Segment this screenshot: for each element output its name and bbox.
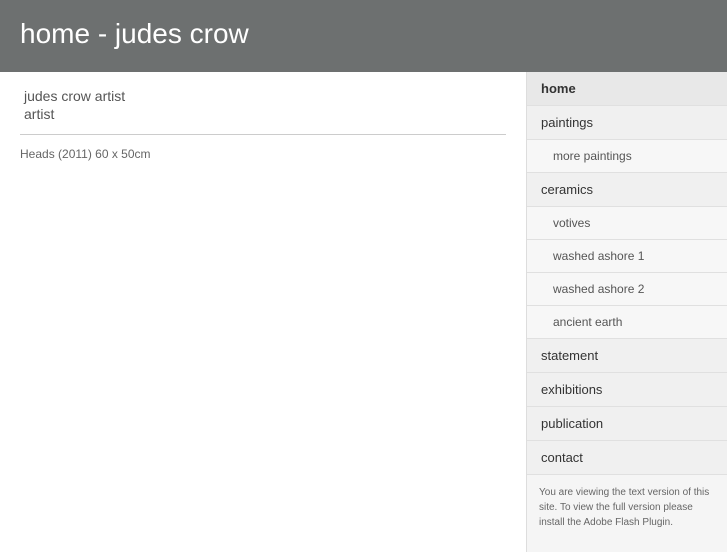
sidebar-item-ceramics[interactable]: ceramics — [527, 173, 727, 207]
nav-list: homepaintingsmore paintingsceramicsvotiv… — [527, 72, 727, 475]
sidebar-item-washed-ashore-2[interactable]: washed ashore 2 — [527, 273, 727, 306]
sidebar: homepaintingsmore paintingsceramicsvotiv… — [527, 72, 727, 552]
image-caption: Heads (2011) 60 x 50cm — [20, 147, 506, 161]
sidebar-item-statement[interactable]: statement — [527, 339, 727, 373]
page-header: home - judes crow — [0, 0, 727, 72]
site-subtitle: artist — [20, 106, 506, 122]
sidebar-item-contact[interactable]: contact — [527, 441, 727, 475]
site-title: judes crow artist — [20, 88, 506, 104]
layout: judes crow artist artist Heads (2011) 60… — [0, 72, 727, 552]
main-content: judes crow artist artist Heads (2011) 60… — [0, 72, 527, 552]
page-title: home - judes crow — [20, 18, 707, 50]
sidebar-item-paintings[interactable]: paintings — [527, 106, 727, 140]
sidebar-item-exhibitions[interactable]: exhibitions — [527, 373, 727, 407]
sidebar-item-ancient-earth[interactable]: ancient earth — [527, 306, 727, 339]
sidebar-note: You are viewing the text version of this… — [527, 475, 727, 540]
sidebar-item-home[interactable]: home — [527, 72, 727, 106]
sidebar-item-more-paintings[interactable]: more paintings — [527, 140, 727, 173]
sidebar-item-washed-ashore-1[interactable]: washed ashore 1 — [527, 240, 727, 273]
sidebar-item-votives[interactable]: votives — [527, 207, 727, 240]
sidebar-item-publication[interactable]: publication — [527, 407, 727, 441]
content-divider — [20, 134, 506, 135]
